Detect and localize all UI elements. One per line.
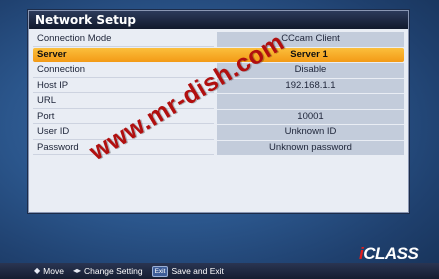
left-right-arrows-icon: ◂▸ xyxy=(72,266,81,275)
setting-value[interactable]: 10001 xyxy=(217,109,404,124)
setting-value[interactable]: Unknown password xyxy=(217,140,404,155)
setting-label: Server xyxy=(33,47,214,62)
setting-row-port[interactable]: Port 10001 xyxy=(33,109,404,124)
setting-value[interactable]: 192.168.1.1 xyxy=(217,78,404,93)
setting-label: Connection Mode xyxy=(33,32,214,47)
save-exit-hint: Exit Save and Exit xyxy=(151,263,224,279)
window-title: Network Setup xyxy=(29,11,408,29)
setting-row-url[interactable]: URL xyxy=(33,94,404,109)
setting-row-server[interactable]: Server Server 1 xyxy=(33,47,404,62)
setting-row-connection-mode[interactable]: Connection Mode CCcam Client xyxy=(33,32,404,47)
setting-value[interactable] xyxy=(217,94,404,109)
logo-letters: CLASS xyxy=(363,244,419,263)
setting-value[interactable]: Unknown ID xyxy=(217,125,404,140)
move-hint-label: Move xyxy=(43,266,64,276)
save-exit-hint-label: Save and Exit xyxy=(171,266,224,276)
change-setting-hint-label: Change Setting xyxy=(83,266,143,276)
iclass-logo: iCLASS xyxy=(359,244,419,264)
change-setting-hint: ◂▸ Change Setting xyxy=(73,263,143,279)
network-setup-window: Network Setup Connection Mode CCcam Clie… xyxy=(28,10,409,213)
navigate-arrows-icon: ◆ xyxy=(34,266,41,275)
setting-row-user-id[interactable]: User ID Unknown ID xyxy=(33,125,404,140)
setting-label: Connection xyxy=(33,63,214,78)
help-bar: ◆ Move ◂▸ Change Setting Exit Save and E… xyxy=(0,263,439,279)
move-hint: ◆ Move xyxy=(34,263,64,279)
exit-key-icon: Exit xyxy=(151,265,169,277)
